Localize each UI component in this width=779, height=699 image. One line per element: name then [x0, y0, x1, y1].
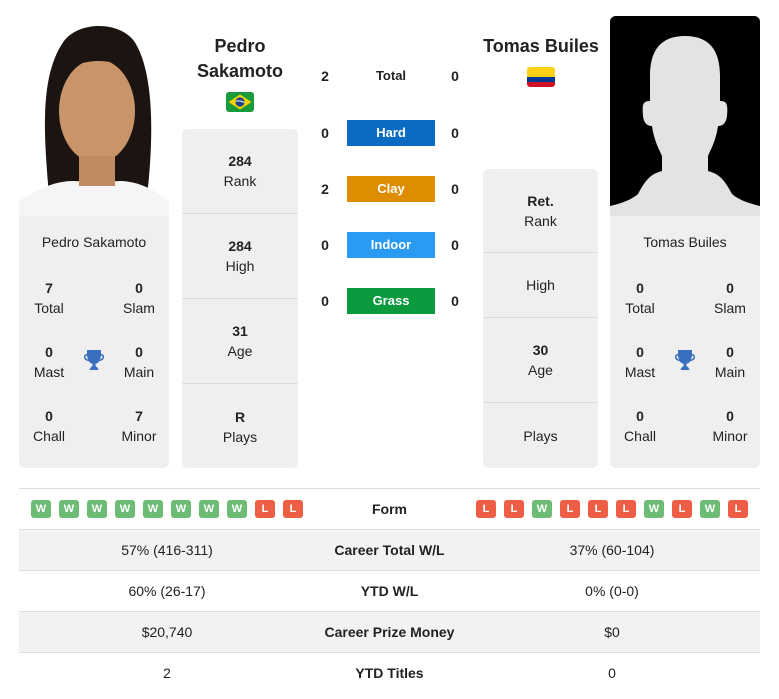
- form-win-badge[interactable]: W: [115, 500, 135, 518]
- player-left-card: Pedro Sakamoto 7 Total 0 Slam 0 Mast 0 M…: [19, 216, 169, 468]
- form-win-badge[interactable]: W: [227, 500, 247, 518]
- surface-clay-badge: Clay: [347, 176, 435, 202]
- silhouette-icon: [610, 16, 760, 216]
- player-photo-icon: [19, 16, 169, 216]
- titles-main: 0 Main: [123, 344, 155, 380]
- stat-age: 31 Age: [182, 299, 298, 384]
- form-left: WWWWWWWWLL: [19, 500, 315, 518]
- stat-rank: Ret. Rank: [483, 169, 598, 253]
- stat-age: 30 Age: [483, 318, 598, 403]
- form-loss-badge[interactable]: L: [283, 500, 303, 518]
- player-right-photo: [610, 16, 760, 216]
- stat-plays: Plays: [523, 427, 558, 444]
- h2h-total-label: Total: [375, 68, 407, 83]
- titles-main: 0 Main: [714, 344, 746, 380]
- player-left-stats: 284 Rank 284 High 31 Age R Plays: [182, 129, 298, 468]
- h2h-indoor-row: 0 Indoor 0: [310, 232, 470, 258]
- form-loss-badge[interactable]: L: [255, 500, 275, 518]
- titles-minor: 7 Minor: [121, 408, 157, 444]
- form-loss-badge[interactable]: L: [616, 500, 636, 518]
- form-label: Form: [372, 501, 407, 517]
- h2h-hard-row: 0 Hard 0: [310, 120, 470, 146]
- form-loss-badge[interactable]: L: [504, 500, 524, 518]
- colombia-flag-icon: [527, 67, 555, 87]
- h2h-grass-row: 0 Grass 0: [310, 288, 470, 314]
- h2h-clay-row: 2 Clay 0: [310, 176, 470, 202]
- surface-indoor-badge: Indoor: [347, 232, 435, 258]
- h2h-total-row: 2 Total 0: [310, 63, 470, 89]
- form-loss-badge[interactable]: L: [728, 500, 748, 518]
- form-row: WWWWWWWWLL Form LLWLLLWLWL: [19, 488, 760, 529]
- player-right-stats: Ret. Rank High 30 Age Plays: [483, 169, 598, 468]
- titles-slam: 0 Slam: [714, 280, 746, 316]
- form-right: LLWLLLWLWL: [464, 500, 760, 518]
- surface-hard-badge: Hard: [347, 120, 435, 146]
- titles-minor: 0 Minor: [712, 408, 748, 444]
- player-left-photo: [19, 16, 169, 216]
- trophy-icon: [675, 350, 695, 370]
- stat-high: 284 High: [182, 214, 298, 299]
- form-loss-badge[interactable]: L: [588, 500, 608, 518]
- titles-slam: 0 Slam: [123, 280, 155, 316]
- table-row: $20,740 Career Prize Money $0: [19, 611, 760, 652]
- form-win-badge[interactable]: W: [171, 500, 191, 518]
- stat-plays: R Plays: [222, 408, 258, 445]
- stat-rank: 284 Rank: [182, 129, 298, 214]
- brazil-flag-icon: [226, 92, 254, 112]
- surface-grass-badge: Grass: [347, 288, 435, 314]
- form-win-badge[interactable]: W: [532, 500, 552, 518]
- table-row: 2 YTD Titles 0: [19, 652, 760, 693]
- player-left-card-name: Pedro Sakamoto: [41, 234, 147, 250]
- form-loss-badge[interactable]: L: [672, 500, 692, 518]
- titles-total: 0 Total: [625, 280, 655, 316]
- titles-chall: 0 Chall: [624, 408, 656, 444]
- trophy-icon: [84, 350, 104, 370]
- form-loss-badge[interactable]: L: [560, 500, 580, 518]
- form-win-badge[interactable]: W: [87, 500, 107, 518]
- table-row: 57% (416-311) Career Total W/L 37% (60-1…: [19, 529, 760, 570]
- stat-high: High: [483, 253, 598, 318]
- form-win-badge[interactable]: W: [59, 500, 79, 518]
- titles-mast: 0 Mast: [624, 344, 656, 380]
- player-right-card: Tomas Builes 0 Total 0 Slam 0 Mast 0 Mai…: [610, 216, 760, 468]
- comparison-table: WWWWWWWWLL Form LLWLLLWLWL 57% (416-311)…: [19, 488, 760, 693]
- player-right-name[interactable]: Tomas Builes: [470, 34, 612, 59]
- form-loss-badge[interactable]: L: [476, 500, 496, 518]
- player-left-name[interactable]: Pedro Sakamoto: [180, 34, 300, 84]
- form-win-badge[interactable]: W: [143, 500, 163, 518]
- titles-mast: 0 Mast: [33, 344, 65, 380]
- form-win-badge[interactable]: W: [199, 500, 219, 518]
- table-row: 60% (26-17) YTD W/L 0% (0-0): [19, 570, 760, 611]
- player-right-card-name: Tomas Builes: [643, 234, 727, 250]
- form-win-badge[interactable]: W: [700, 500, 720, 518]
- titles-total: 7 Total: [34, 280, 64, 316]
- titles-chall: 0 Chall: [33, 408, 65, 444]
- form-win-badge[interactable]: W: [31, 500, 51, 518]
- form-win-badge[interactable]: W: [644, 500, 664, 518]
